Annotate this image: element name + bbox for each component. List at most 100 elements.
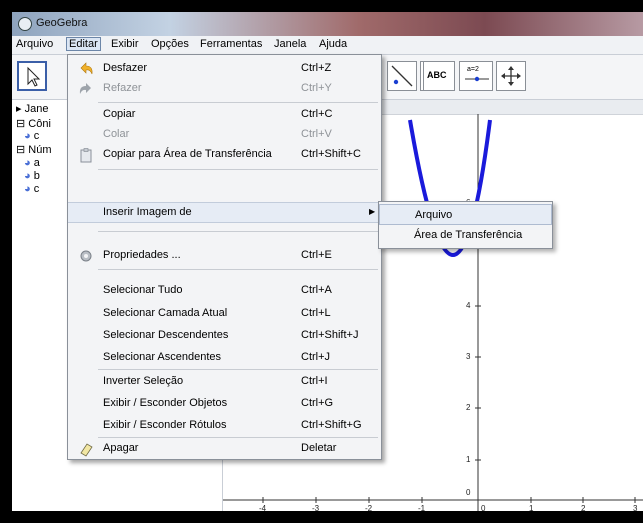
menu-item-invert-selection[interactable]: Inverter Seleção Ctrl+I: [68, 372, 381, 392]
invert-selection-label: Inverter Seleção: [103, 375, 184, 387]
menu-separator: [98, 269, 378, 270]
menu-editar[interactable]: Editar: [66, 37, 101, 51]
menu-item-paste[interactable]: Colar Ctrl+V: [68, 125, 381, 145]
toggle-objects-label: Exibir / Esconder Objetos: [103, 397, 228, 409]
y-tick-label: 3: [466, 352, 471, 361]
select-layer-shortcut: Ctrl+L: [301, 307, 331, 319]
delete-shortcut: Deletar: [301, 442, 337, 454]
x-tick-label: -1: [418, 504, 426, 511]
menu-item-insert-image[interactable]: Inserir Imagem de ▶: [68, 202, 381, 223]
algebra-view-tab[interactable]: ▸ Jane: [16, 102, 48, 115]
slider-tool-button[interactable]: a=2: [459, 61, 493, 91]
object-a-label: a: [33, 157, 40, 169]
x-tick-label: 0: [481, 504, 486, 511]
tree-conic[interactable]: ⊟ Côni: [16, 117, 51, 130]
move-view-tool-button[interactable]: [496, 61, 526, 91]
x-tick-label: -2: [365, 504, 373, 511]
line-tool-button[interactable]: [387, 61, 417, 91]
menu-item-properties[interactable]: Propriedades ... Ctrl+E: [68, 246, 381, 266]
geogebra-logo-icon: [18, 17, 32, 31]
x-tick-label: 1: [529, 504, 534, 511]
copy-label: Copiar: [103, 108, 136, 120]
menu-ferramentas[interactable]: Ferramentas: [198, 38, 264, 50]
text-tool-button[interactable]: ABC: [423, 61, 455, 91]
select-all-shortcut: Ctrl+A: [301, 284, 332, 296]
move-tool-button[interactable]: [17, 61, 47, 91]
toggle-labels-label: Exibir / Esconder Rótulos: [103, 419, 227, 431]
text-tool-label: ABC: [427, 70, 447, 80]
tree-numbers-label: Núm: [28, 144, 52, 156]
object-c[interactable]: ◕ c: [24, 130, 39, 142]
select-layer-label: Selecionar Camada Atual: [103, 307, 228, 319]
invert-selection-shortcut: Ctrl+I: [301, 375, 328, 387]
window-title: GeoGebra: [36, 17, 88, 29]
undo-shortcut: Ctrl+Z: [301, 62, 332, 74]
eraser-icon: [80, 443, 93, 457]
object-b[interactable]: ◕ b: [24, 170, 40, 182]
geogebra-window: GeoGebra Arquivo Editar Exibir Opções Fe…: [12, 12, 643, 511]
slider-icon: [465, 76, 489, 82]
menu-item-toggle-objects[interactable]: Exibir / Esconder Objetos Ctrl+G: [68, 394, 381, 414]
select-ascendants-shortcut: Ctrl+J: [301, 351, 331, 363]
menu-opcoes[interactable]: Opções: [149, 38, 191, 50]
submenu-arrow-icon: ▶: [369, 207, 376, 216]
menu-separator: [98, 231, 378, 232]
menu-ajuda[interactable]: Ajuda: [317, 38, 349, 50]
y-tick-label: 2: [466, 403, 471, 412]
menu-exibir[interactable]: Exibir: [109, 38, 141, 50]
tree-numbers[interactable]: ⊟ Núm: [16, 143, 52, 156]
y-tick-label: 0: [466, 488, 471, 497]
object-bullet-icon: ◕: [24, 157, 31, 169]
submenu-item-clipboard[interactable]: Área de Transferência: [379, 225, 552, 246]
menu-item-delete[interactable]: Apagar Deletar: [68, 439, 381, 459]
undo-arrow-icon: [80, 62, 93, 75]
clipboard-icon: [80, 148, 92, 163]
title-bar: GeoGebra: [12, 12, 643, 36]
object-a[interactable]: ◕ a: [24, 157, 40, 169]
insert-image-submenu: Arquivo Área de Transferência: [378, 201, 553, 249]
menu-separator: [98, 102, 378, 103]
redo-shortcut: Ctrl+Y: [301, 82, 332, 94]
tree-conic-label: Côni: [28, 118, 51, 130]
redo-arrow-icon: [79, 83, 91, 94]
menu-item-select-layer[interactable]: Selecionar Camada Atual Ctrl+L: [68, 304, 381, 324]
gear-icon: [80, 250, 92, 262]
line-through-points-icon: [391, 65, 413, 87]
properties-label: Propriedades ...: [103, 249, 181, 261]
menu-separator: [98, 369, 378, 370]
copy-clipboard-shortcut: Ctrl+Shift+C: [301, 148, 361, 160]
menu-item-toggle-labels[interactable]: Exibir / Esconder Rótulos Ctrl+Shift+G: [68, 416, 381, 436]
object-c2[interactable]: ◕ c: [24, 183, 39, 195]
select-all-label: Selecionar Tudo: [103, 284, 183, 296]
properties-shortcut: Ctrl+E: [301, 249, 332, 261]
select-descendants-label: Selecionar Descendentes: [103, 329, 229, 341]
select-descendants-shortcut: Ctrl+Shift+J: [301, 329, 359, 341]
object-c2-label: c: [33, 183, 40, 195]
object-bullet-icon: ◕: [24, 130, 31, 142]
menu-item-select-descendants[interactable]: Selecionar Descendentes Ctrl+Shift+J: [68, 326, 381, 346]
object-bullet-icon: ◕: [24, 183, 31, 195]
y-tick-label: 4: [466, 301, 471, 310]
move-arrows-icon: [501, 66, 521, 86]
submenu-item-file[interactable]: Arquivo: [379, 204, 552, 225]
redo-label: Refazer: [103, 82, 142, 94]
copy-clipboard-label: Copiar para Área de Transferência: [103, 148, 272, 160]
x-tick-label: -4: [259, 504, 267, 511]
menu-item-undo[interactable]: Desfazer Ctrl+Z: [68, 59, 381, 79]
menu-item-select-ascendants[interactable]: Selecionar Ascendentes Ctrl+J: [68, 348, 381, 368]
object-c-label: c: [33, 130, 40, 142]
menu-arquivo[interactable]: Arquivo: [14, 38, 55, 50]
menu-item-copy[interactable]: Copiar Ctrl+C: [68, 105, 381, 125]
menu-item-redo[interactable]: Refazer Ctrl+Y: [68, 79, 381, 99]
paste-shortcut: Ctrl+V: [301, 128, 332, 140]
object-b-label: b: [33, 170, 40, 182]
object-bullet-icon: ◕: [24, 170, 31, 182]
menu-item-select-all[interactable]: Selecionar Tudo Ctrl+A: [68, 281, 381, 301]
select-ascendants-label: Selecionar Ascendentes: [103, 351, 222, 363]
menu-item-copy-clipboard[interactable]: Copiar para Área de Transferência Ctrl+S…: [68, 145, 381, 165]
copy-shortcut: Ctrl+C: [301, 108, 333, 120]
insert-image-label: Inserir Imagem de: [103, 206, 192, 218]
menu-janela[interactable]: Janela: [272, 38, 308, 50]
undo-label: Desfazer: [103, 62, 148, 74]
menu-separator: [98, 169, 378, 170]
